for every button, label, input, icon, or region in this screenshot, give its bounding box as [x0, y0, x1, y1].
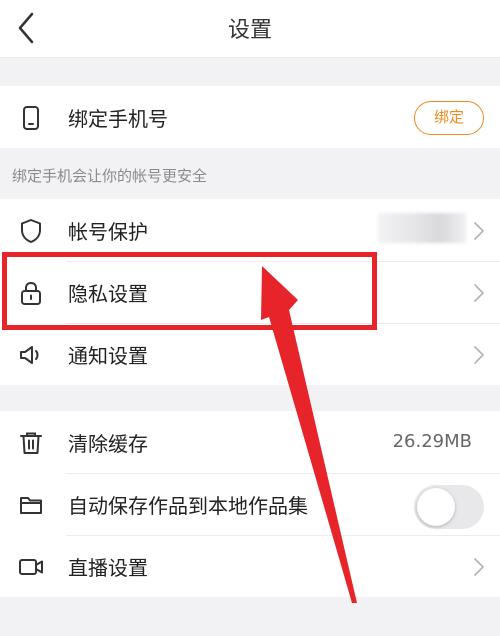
privacy-settings-label: 隐私设置: [68, 282, 148, 306]
live-settings-label: 直播设置: [68, 556, 148, 580]
redacted-value: [378, 213, 466, 243]
auto-save-toggle[interactable]: [414, 485, 484, 529]
bind-phone-label: 绑定手机号: [68, 107, 168, 131]
notification-settings-row[interactable]: 通知设置: [0, 323, 500, 385]
shield-icon: [21, 219, 41, 243]
speaker-icon: [20, 346, 39, 364]
bind-phone-hint: 绑定手机会让你的帐号更安全: [12, 167, 208, 185]
notification-settings-label: 通知设置: [68, 344, 148, 368]
video-camera-icon: [19, 559, 43, 575]
page-title: 设置: [227, 18, 272, 43]
settings-page: 设置 绑定手机号 绑定 绑定手机会让你的帐号更安全 帐号保护 隐私设置 通知设置…: [0, 0, 500, 636]
auto-save-label: 自动保存作品到本地作品集: [68, 494, 308, 518]
toggle-knob: [417, 488, 455, 526]
account-protection-label: 帐号保护: [68, 220, 148, 244]
live-settings-row[interactable]: 直播设置: [0, 535, 500, 597]
chevron-right-icon: [474, 558, 484, 576]
chevron-right-icon: [474, 346, 484, 364]
lock-icon: [21, 281, 41, 305]
header-bar: 设置: [0, 0, 500, 58]
bind-button[interactable]: 绑定: [414, 101, 484, 135]
cache-size-value: 26.29MB: [392, 431, 472, 452]
clear-cache-label: 清除缓存: [68, 432, 148, 456]
privacy-settings-row[interactable]: 隐私设置: [0, 261, 500, 323]
phone-icon: [23, 106, 39, 130]
trash-icon: [20, 432, 42, 454]
folder-icon: [20, 497, 42, 514]
chevron-right-icon: [474, 222, 484, 240]
chevron-right-icon: [474, 284, 484, 302]
